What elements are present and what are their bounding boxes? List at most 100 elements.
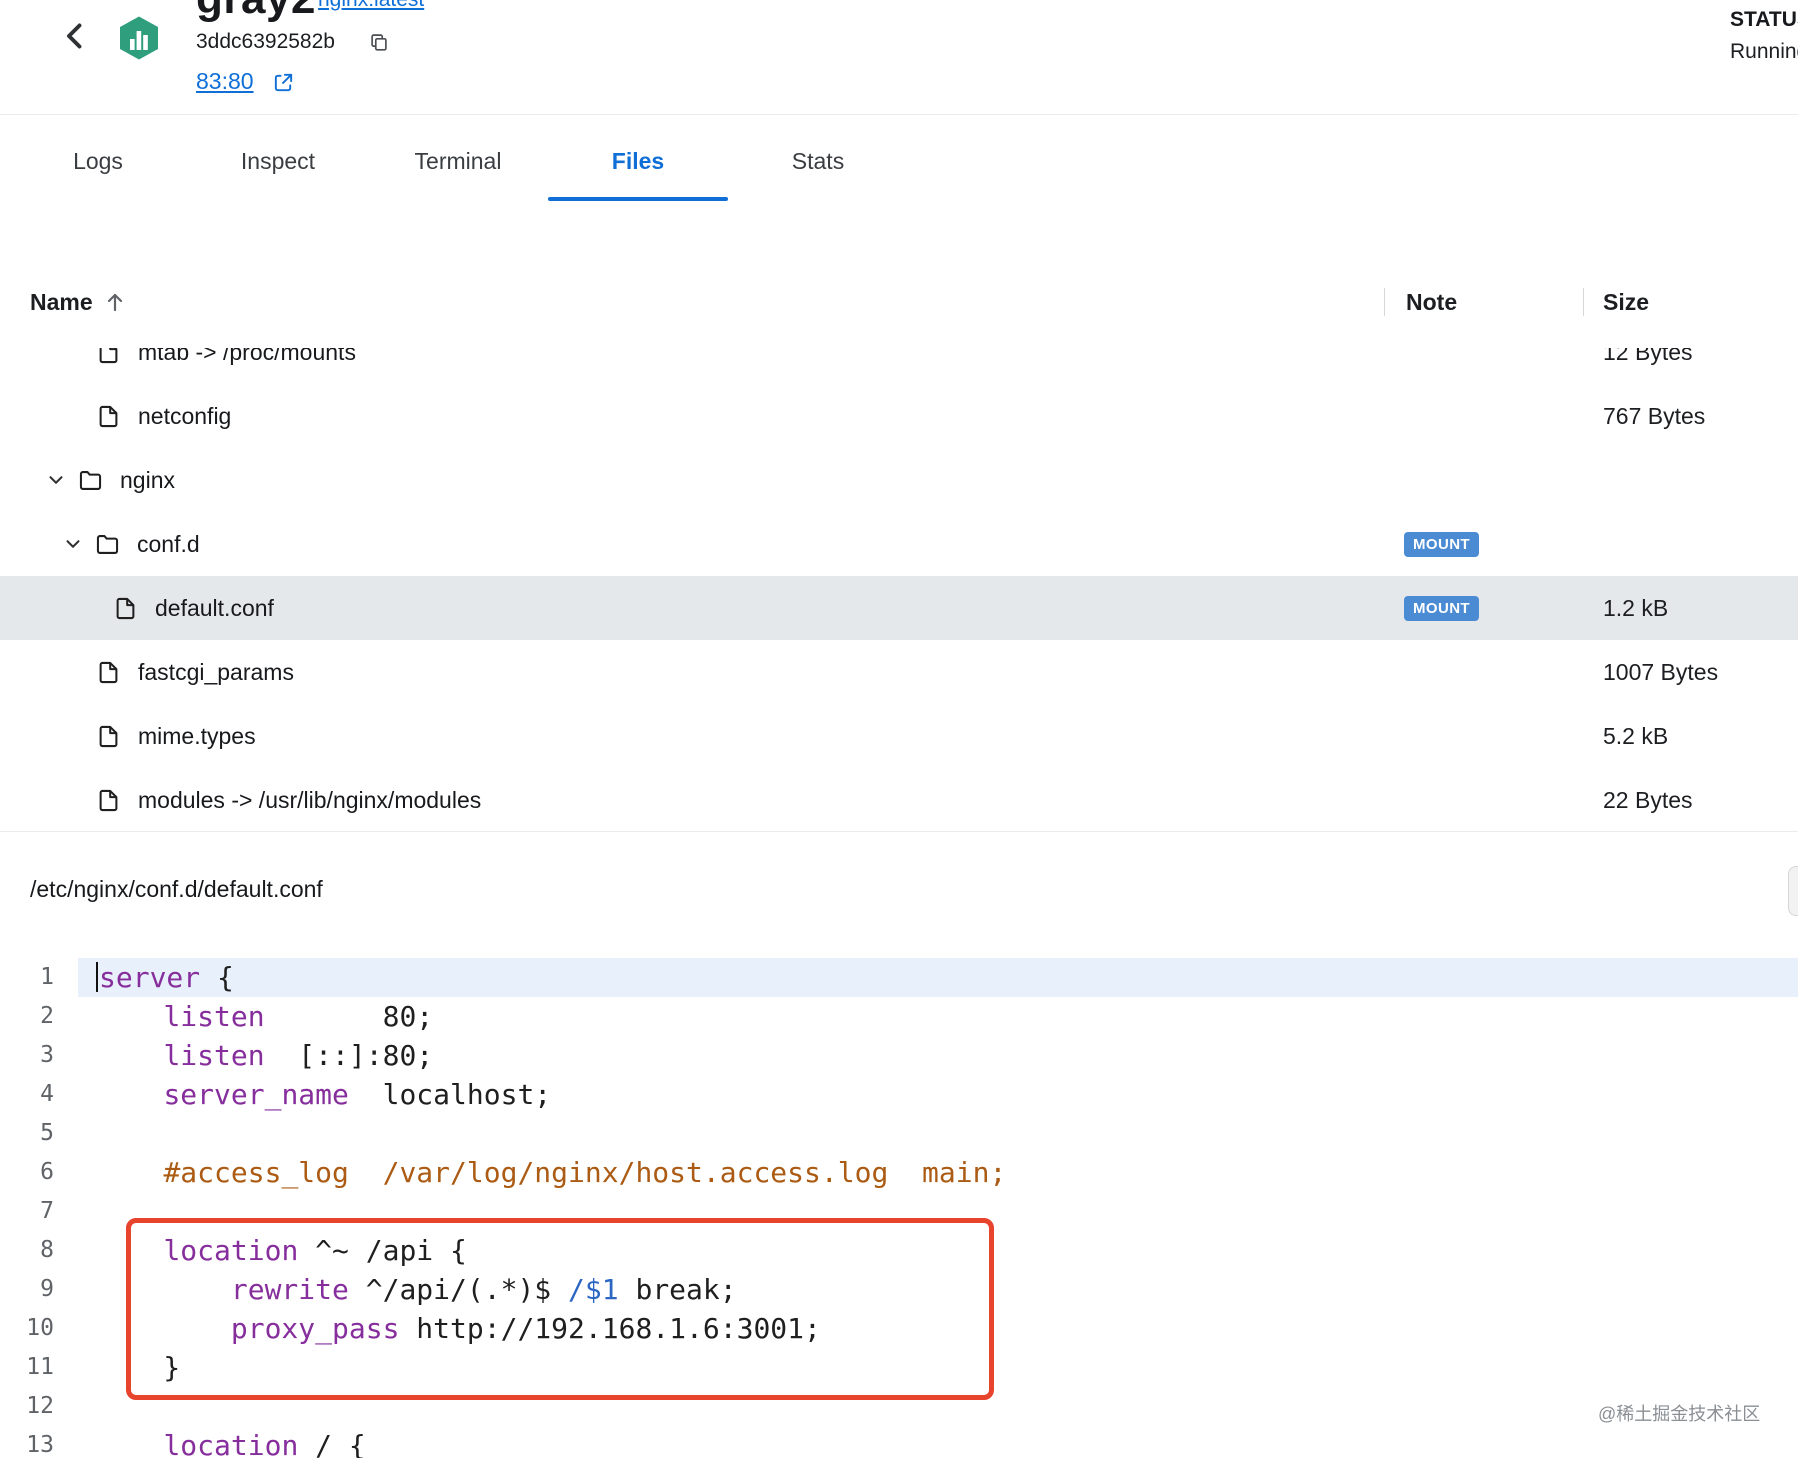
- line-number: 8: [40, 1237, 54, 1263]
- line-number: 12: [26, 1393, 54, 1419]
- table-row[interactable]: conf.d MOUNT: [0, 512, 1798, 576]
- chevron-down-icon[interactable]: [62, 533, 84, 555]
- line-number: 3: [40, 1042, 54, 1068]
- file-name: conf.d: [137, 530, 200, 557]
- file-size: 22 Bytes: [1603, 786, 1693, 813]
- tab-terminal[interactable]: Terminal: [368, 115, 548, 207]
- copy-icon[interactable]: [368, 31, 390, 53]
- table-row[interactable]: nginx: [0, 448, 1798, 512]
- code-text: rewrite ^/api/(.*)$ /$1 break;: [230, 1273, 737, 1306]
- code-line[interactable]: 4 server_name localhost;: [0, 1075, 1798, 1114]
- status-block: STATUS Running: [1730, 8, 1798, 64]
- tab-bar: Logs Inspect Terminal Files Stats: [0, 115, 1798, 207]
- file-path: /etc/nginx/conf.d/default.conf: [30, 876, 323, 902]
- code-editor[interactable]: 1 server {2 listen 80; 3 listen [::]:80; 4 …: [0, 955, 1798, 1458]
- line-number: 2: [40, 1003, 54, 1029]
- container-name: gray2: [196, 0, 316, 24]
- code-text: location / {: [163, 1429, 366, 1458]
- port-mapping-link[interactable]: 83:80: [196, 68, 254, 95]
- code-line[interactable]: 7: [0, 1192, 1798, 1231]
- code-text: location ^~ /api {: [163, 1234, 467, 1267]
- image-tag-link[interactable]: nginx:latest: [318, 0, 424, 12]
- external-link-icon[interactable]: [272, 71, 295, 94]
- line-number: 1: [40, 964, 54, 990]
- text-cursor: [96, 962, 98, 992]
- file-name: default.conf: [155, 594, 274, 621]
- file-icon: [112, 595, 139, 622]
- line-number: 7: [40, 1198, 54, 1224]
- chevron-left-icon: [67, 23, 82, 49]
- file-icon: [95, 659, 122, 686]
- sort-ascending-icon: [107, 293, 122, 312]
- column-header-name[interactable]: Name: [0, 289, 1384, 316]
- file-icon: [95, 787, 122, 814]
- file-table-header: Name Note Size: [0, 270, 1798, 334]
- code-text: #access_log /var/log/nginx/host.access.l…: [163, 1156, 1007, 1189]
- status-label: STATUS: [1730, 8, 1798, 31]
- table-row[interactable]: netconfig 767 Bytes: [0, 384, 1798, 448]
- table-row[interactable]: fastcgi_params 1007 Bytes: [0, 640, 1798, 704]
- line-number: 6: [40, 1159, 54, 1185]
- folder-icon: [94, 531, 121, 558]
- code-line[interactable]: 13 location / {: [0, 1426, 1798, 1458]
- table-row[interactable]: default.conf MOUNT 1.2 kB: [0, 576, 1798, 640]
- table-row[interactable]: mime.types 5.2 kB: [0, 704, 1798, 768]
- table-row[interactable]: mtab -> /proc/mounts 12 Bytes: [0, 348, 1798, 384]
- code-line[interactable]: 6 #access_log /var/log/nginx/host.access…: [0, 1153, 1798, 1192]
- scrollbar-thumb[interactable]: [1788, 866, 1798, 916]
- table-row[interactable]: modules -> /usr/lib/nginx/modules 22 Byte…: [0, 768, 1798, 831]
- mount-badge: MOUNT: [1404, 595, 1479, 621]
- code-text: listen [::]:80;: [163, 1039, 434, 1072]
- container-image-icon: [115, 14, 163, 62]
- container-id: 3ddc6392582b: [196, 30, 335, 53]
- code-line[interactable]: 2 listen 80;: [0, 997, 1798, 1036]
- column-header-note: Note: [1406, 288, 1458, 315]
- line-number: 5: [40, 1120, 54, 1146]
- file-icon: [95, 723, 122, 750]
- file-name: netconfig: [138, 402, 232, 429]
- code-line[interactable]: 9 rewrite ^/api/(.*)$ /$1 break;: [0, 1270, 1798, 1309]
- watermark: @稀土掘金技术社区: [1598, 1404, 1761, 1424]
- code-line[interactable]: 12: [0, 1387, 1798, 1426]
- code-line[interactable]: 8 location ^~ /api {: [0, 1231, 1798, 1270]
- code-line[interactable]: 5: [0, 1114, 1798, 1153]
- file-name: fastcgi_params: [138, 658, 294, 685]
- code-text: }: [96, 1351, 181, 1384]
- line-number: 9: [40, 1276, 54, 1302]
- code-line[interactable]: 3 listen [::]:80;: [0, 1036, 1798, 1075]
- file-size: 5.2 kB: [1603, 722, 1669, 749]
- back-button[interactable]: [55, 16, 95, 56]
- code-line[interactable]: 11 }: [0, 1348, 1798, 1387]
- file-size: 1007 Bytes: [1603, 658, 1719, 685]
- code-line[interactable]: 1 server {: [0, 958, 1798, 997]
- file-path-bar: /etc/nginx/conf.d/default.conf: [0, 832, 1798, 955]
- chevron-down-icon[interactable]: [45, 469, 67, 491]
- file-icon: [95, 403, 122, 430]
- file-name: mime.types: [138, 722, 256, 749]
- name-column-label: Name: [30, 288, 93, 315]
- status-value: Running: [1730, 40, 1798, 63]
- container-header: gray2 nginx:latest 3ddc6392582b 83:80 ST…: [0, 0, 1798, 115]
- line-number: 10: [26, 1315, 54, 1341]
- file-table-body: mtab -> /proc/mounts 12 Bytes netconfig 767…: [0, 348, 1798, 831]
- file-icon: [95, 348, 122, 366]
- column-header-size: Size: [1603, 288, 1650, 315]
- tab-inspect[interactable]: Inspect: [188, 115, 368, 207]
- tab-stats[interactable]: Stats: [728, 115, 908, 207]
- file-name: nginx: [120, 466, 175, 493]
- file-name: mtab -> /proc/mounts: [138, 348, 356, 365]
- line-number: 13: [26, 1432, 54, 1458]
- tab-files[interactable]: Files: [548, 115, 728, 207]
- line-number: 11: [26, 1354, 54, 1380]
- code-text: server {: [78, 958, 1798, 997]
- code-text: proxy_pass http://192.168.1.6:3001;: [230, 1312, 821, 1345]
- folder-icon: [77, 467, 104, 494]
- line-number: 4: [40, 1081, 54, 1107]
- code-line[interactable]: 10 proxy_pass http://192.168.1.6:3001;: [0, 1309, 1798, 1348]
- file-name: modules -> /usr/lib/nginx/modules: [138, 786, 482, 813]
- tab-logs[interactable]: Logs: [8, 115, 188, 207]
- column-separator: [1583, 288, 1584, 316]
